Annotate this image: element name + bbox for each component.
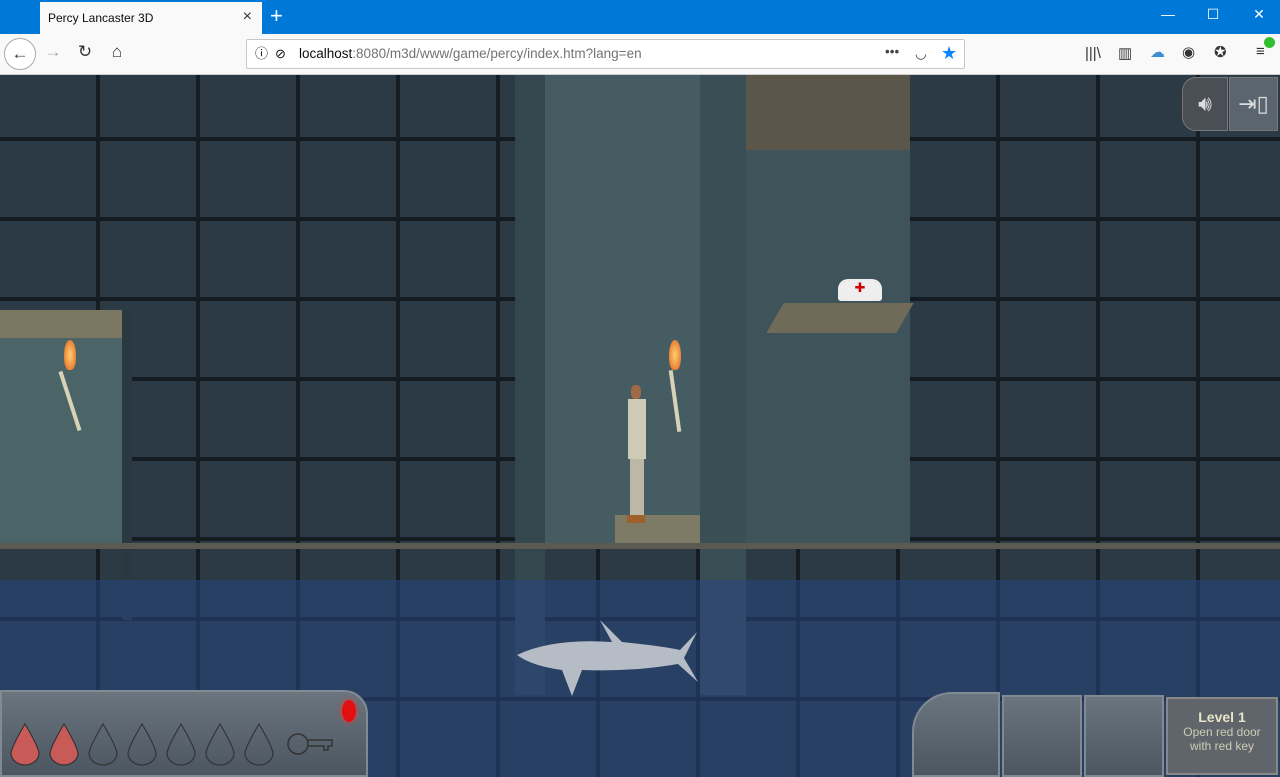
forward-icon[interactable]: → <box>40 42 66 62</box>
sound-icon: 🔊︎ <box>1198 91 1212 116</box>
health-drop-full <box>10 722 40 766</box>
health-drop-empty <box>127 722 157 766</box>
torch-flame <box>669 340 681 370</box>
game-canvas[interactable]: ✚ 🔊︎ ⇥▯ <box>0 75 1280 777</box>
level-panel: Level 1 Open red door with red key <box>1166 697 1278 775</box>
level-objective: Open red door with red key <box>1183 725 1261 753</box>
shark <box>517 620 698 696</box>
account-icon[interactable]: ◉ <box>1182 43 1195 61</box>
info-icon[interactable]: ⓘ <box>255 40 268 68</box>
url-bar[interactable]: ⓘ ⊘ localhost:8080/m3d/www/game/percy/in… <box>246 39 965 69</box>
home-icon[interactable]: ⌂ <box>104 42 130 62</box>
url-host: localhost <box>299 46 353 61</box>
health-drop-empty <box>88 722 118 766</box>
health-drop-empty <box>166 722 196 766</box>
url-path: :8080/m3d/www/game/percy/index.htm?lang=… <box>352 46 642 61</box>
menu-icon[interactable]: ≡ <box>1256 37 1275 60</box>
minimize-button[interactable]: — <box>1145 6 1191 22</box>
exit-door-icon: ⇥▯ <box>1238 91 1269 116</box>
exit-button[interactable]: ⇥▯ <box>1229 77 1278 131</box>
shelf <box>766 303 914 333</box>
level-title: Level 1 <box>1198 709 1246 725</box>
library-icon[interactable]: |||\ <box>1085 45 1101 62</box>
browser-tab[interactable]: Percy Lancaster 3D × <box>40 2 262 34</box>
pocket-icon[interactable]: ◡ <box>915 40 927 68</box>
title-bar: Percy Lancaster 3D × + — ☐ ✕ <box>0 0 1280 34</box>
sidebar-icon[interactable]: ▥ <box>1118 44 1132 62</box>
right-ceiling <box>745 75 910 150</box>
bookmark-star-icon[interactable]: ★ <box>941 39 957 67</box>
new-tab-button[interactable]: + <box>270 3 283 29</box>
inventory-slot <box>912 692 1000 777</box>
player-character <box>627 385 647 527</box>
reload-icon[interactable]: ↻ <box>72 42 98 62</box>
tab-title: Percy Lancaster 3D <box>48 11 154 25</box>
pillar <box>122 310 132 620</box>
nav-bar: ← → ↻ ⌂ ⓘ ⊘ localhost:8080/m3d/www/game/… <box>0 34 1280 75</box>
floor-ledge <box>0 543 1280 549</box>
torch-flame <box>64 340 76 370</box>
extension-icon[interactable]: ✪ <box>1214 43 1227 61</box>
sound-button[interactable]: 🔊︎ <box>1182 77 1228 131</box>
health-drop-full <box>49 722 79 766</box>
left-alcove <box>0 310 122 545</box>
inventory-slot <box>1084 695 1164 777</box>
more-icon[interactable]: ••• <box>885 38 899 66</box>
medkit: ✚ <box>838 279 882 301</box>
back-icon[interactable]: ← <box>4 38 36 70</box>
tab-close-icon[interactable]: × <box>243 8 252 26</box>
health-hud <box>0 690 368 777</box>
alcove-ceiling <box>0 310 122 338</box>
inventory-slot <box>1002 695 1082 777</box>
maximize-button[interactable]: ☐ <box>1190 6 1236 23</box>
key-slot-icon <box>287 733 333 755</box>
alarm-light <box>342 700 356 722</box>
close-window-button[interactable]: ✕ <box>1236 6 1280 23</box>
cloud-upload-icon[interactable]: ☁ <box>1150 43 1165 61</box>
health-drop-empty <box>244 722 274 766</box>
health-drop-empty <box>205 722 235 766</box>
right-alcove <box>745 150 910 545</box>
tracking-icon[interactable]: ⊘ <box>275 40 286 68</box>
